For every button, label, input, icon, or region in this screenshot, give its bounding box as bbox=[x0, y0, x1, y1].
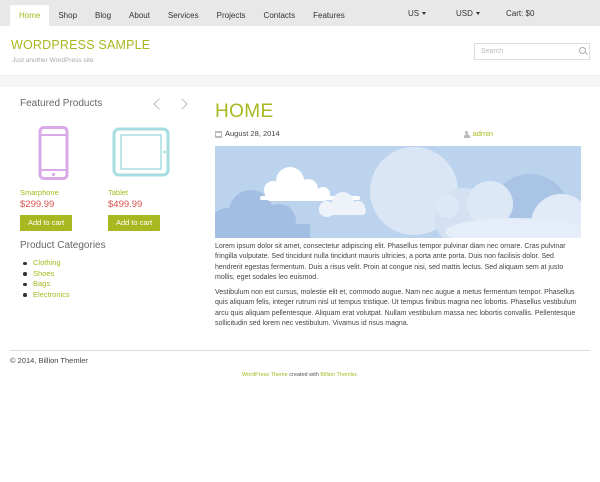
nav-item-about[interactable]: About bbox=[120, 5, 159, 26]
site-title[interactable]: WORDPRESS SAMPLE bbox=[11, 38, 150, 52]
product-name[interactable]: Smarphone bbox=[20, 188, 59, 197]
hero-sky-image bbox=[215, 146, 581, 238]
credits-period: . bbox=[356, 372, 358, 378]
product-name[interactable]: Tablet bbox=[108, 188, 128, 197]
main-menu: Home Shop Blog About Services Projects C… bbox=[10, 5, 354, 26]
category-list: Clothing Shoes Bags Electronics bbox=[23, 258, 70, 300]
nav-item-features[interactable]: Features bbox=[304, 5, 354, 26]
credits-text: created with bbox=[287, 372, 321, 378]
product-price: $299.99 bbox=[20, 199, 55, 210]
page-title: HOME bbox=[215, 101, 274, 122]
carousel-prev-icon[interactable] bbox=[151, 97, 163, 111]
chevron-down-icon bbox=[422, 11, 427, 15]
product-categories-heading: Product Categories bbox=[20, 240, 106, 251]
cart-link[interactable]: Cart: $0 bbox=[506, 0, 534, 26]
nav-item-contacts[interactable]: Contacts bbox=[255, 5, 305, 26]
language-label: US bbox=[408, 8, 420, 18]
product-price: $499.99 bbox=[108, 199, 143, 210]
add-to-cart-button[interactable]: Add to cart bbox=[20, 215, 73, 231]
chevron-down-icon bbox=[475, 11, 480, 15]
post-meta: August 28, 2014 admin bbox=[215, 129, 493, 138]
post-date: August 28, 2014 bbox=[225, 129, 280, 138]
category-link-electronics[interactable]: Electronics bbox=[23, 290, 70, 301]
category-link-clothing[interactable]: Clothing bbox=[23, 258, 70, 269]
nav-item-home[interactable]: Home bbox=[10, 5, 50, 26]
tablet-icon[interactable] bbox=[112, 126, 172, 184]
currency-label: USD bbox=[456, 8, 473, 18]
themler-link[interactable]: Billion Themler bbox=[320, 372, 356, 378]
search-icon[interactable] bbox=[579, 47, 586, 54]
footer-divider bbox=[10, 350, 590, 351]
search-box bbox=[474, 43, 590, 60]
language-dropdown[interactable]: US bbox=[408, 0, 427, 26]
body-paragraph: Vestibulum non est cursus, molestie elit… bbox=[215, 289, 577, 327]
search-input[interactable] bbox=[475, 44, 575, 59]
site-tagline: Just another WordPress site bbox=[12, 57, 94, 64]
featured-products-carousel: Smarphone $299.99 Add to cart Tablet $49… bbox=[20, 126, 192, 236]
currency-dropdown[interactable]: USD bbox=[456, 0, 480, 26]
theme-link[interactable]: WordPress Theme bbox=[242, 372, 288, 378]
sidebar: Featured Products Smarphone $299.99 Add … bbox=[20, 97, 192, 299]
carousel-controls bbox=[151, 97, 189, 111]
nav-item-blog[interactable]: Blog bbox=[86, 5, 120, 26]
add-to-cart-button[interactable]: Add to cart bbox=[108, 215, 161, 231]
author-name: admin bbox=[472, 129, 493, 138]
header-divider-band bbox=[0, 76, 600, 87]
category-link-bags[interactable]: Bags bbox=[23, 279, 70, 290]
copyright-text: © 2014, Billion Themler bbox=[10, 356, 88, 365]
cart-label: Cart: $0 bbox=[506, 8, 535, 18]
nav-item-projects[interactable]: Projects bbox=[208, 5, 255, 26]
smartphone-icon[interactable] bbox=[34, 126, 74, 184]
user-icon bbox=[463, 130, 470, 138]
category-link-shoes[interactable]: Shoes bbox=[23, 269, 70, 280]
theme-credits: WordPress Theme created with Billion The… bbox=[0, 372, 600, 378]
post-author[interactable]: admin bbox=[463, 129, 493, 138]
main-content: HOME August 28, 2014 admin Lorem ipsum d… bbox=[215, 101, 581, 327]
body-paragraph: Lorem ipsum dolor sit amet, consectetur … bbox=[215, 243, 566, 281]
top-navigation-bar: Home Shop Blog About Services Projects C… bbox=[0, 0, 600, 26]
nav-item-shop[interactable]: Shop bbox=[49, 5, 86, 26]
carousel-next-icon[interactable] bbox=[177, 97, 189, 111]
calendar-icon bbox=[215, 130, 222, 138]
nav-item-services[interactable]: Services bbox=[159, 5, 208, 26]
